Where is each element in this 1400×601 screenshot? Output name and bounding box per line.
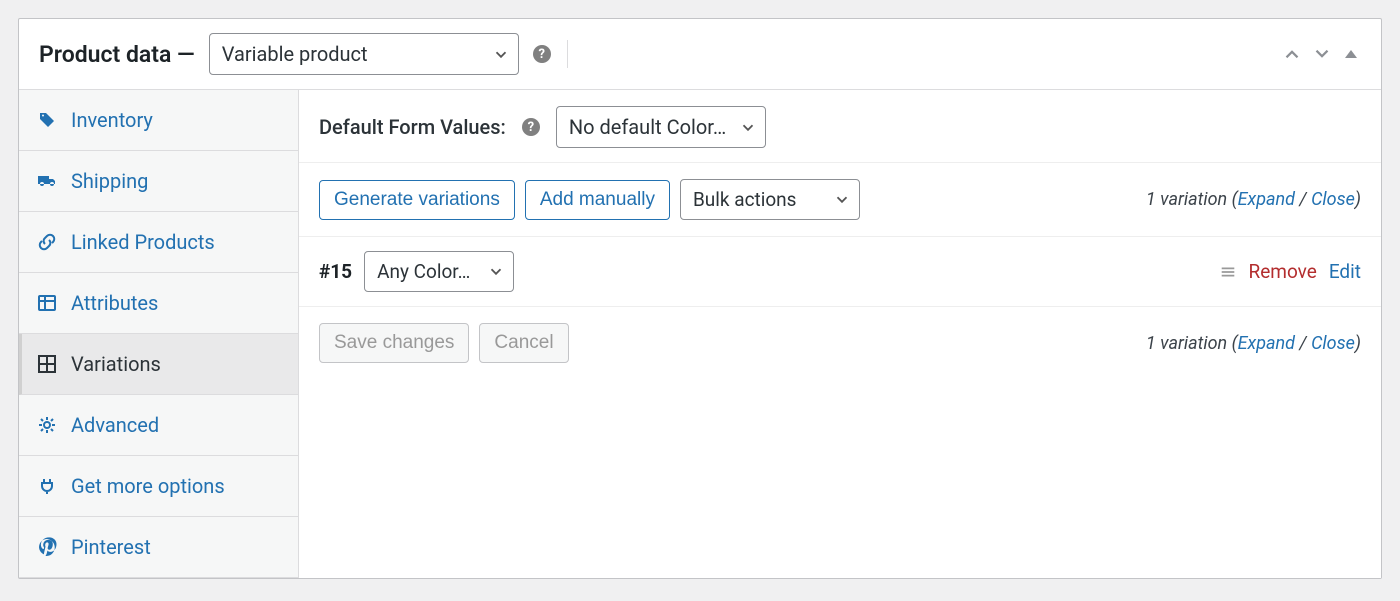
truck-icon	[37, 171, 57, 191]
tags-icon	[37, 110, 57, 130]
sidebar-item-label: Inventory	[71, 108, 153, 132]
sidebar-item-label: Pinterest	[71, 535, 151, 559]
sidebar-item-get-more[interactable]: Get more options	[19, 456, 298, 517]
chevron-down-icon	[739, 118, 757, 136]
sidebar-item-label: Advanced	[71, 413, 159, 437]
panel-header: Product data — Variable product ?	[19, 19, 1381, 90]
variations-footer: Save changes Cancel 1 variation (Expand …	[299, 307, 1381, 379]
cancel-button[interactable]: Cancel	[479, 323, 568, 363]
panel-title: Product data —	[39, 41, 195, 68]
edit-variation-link[interactable]: Edit	[1329, 260, 1361, 283]
remove-variation-link[interactable]: Remove	[1249, 260, 1317, 283]
grid-icon	[37, 354, 57, 374]
sidebar-item-advanced[interactable]: Advanced	[19, 395, 298, 456]
expand-link[interactable]: Expand	[1238, 189, 1295, 210]
variation-attribute-value: Any Color…	[377, 260, 470, 283]
default-values-row: Default Form Values: ? No default Color…	[299, 90, 1381, 163]
sidebar-item-variations[interactable]: Variations	[19, 334, 298, 395]
bulk-actions-value: Bulk actions	[693, 188, 797, 211]
chevron-down-icon	[833, 191, 851, 209]
sidebar-item-shipping[interactable]: Shipping	[19, 151, 298, 212]
variations-panel: Default Form Values: ? No default Color……	[299, 90, 1381, 578]
drag-handle-icon[interactable]	[1219, 263, 1237, 281]
close-link[interactable]: Close	[1311, 333, 1355, 354]
sidebar-item-label: Shipping	[71, 169, 148, 193]
sidebar-item-linked[interactable]: Linked Products	[19, 212, 298, 273]
default-color-select[interactable]: No default Color…	[556, 106, 766, 148]
save-changes-button[interactable]: Save changes	[319, 323, 469, 363]
collapse-icon[interactable]	[1341, 44, 1361, 64]
variations-summary: 1 variation (Expand / Close)	[1146, 189, 1361, 210]
default-values-label: Default Form Values:	[319, 115, 506, 139]
sidebar: Inventory Shipping Linked Products Attri…	[19, 90, 299, 578]
close-link[interactable]: Close	[1311, 189, 1355, 210]
plug-icon	[37, 476, 57, 496]
product-type-select[interactable]: Variable product	[209, 33, 519, 75]
sidebar-item-pinterest[interactable]: Pinterest	[19, 517, 298, 578]
separator	[567, 40, 568, 68]
chevron-down-icon	[487, 263, 505, 281]
variation-row: #15 Any Color… Remove Edit	[299, 237, 1381, 307]
default-color-value: No default Color…	[569, 115, 726, 139]
chevron-down-icon	[492, 45, 510, 63]
link-icon	[37, 232, 57, 252]
sidebar-item-label: Variations	[71, 352, 161, 376]
sidebar-item-attributes[interactable]: Attributes	[19, 273, 298, 334]
help-icon[interactable]: ?	[522, 118, 540, 136]
sidebar-item-label: Attributes	[71, 291, 158, 315]
product-data-panel: Product data — Variable product ? Invent…	[18, 18, 1382, 579]
sidebar-item-label: Linked Products	[71, 230, 215, 254]
help-icon[interactable]: ?	[533, 45, 551, 63]
move-down-icon[interactable]	[1311, 43, 1333, 65]
variations-toolbar: Generate variations Add manually Bulk ac…	[299, 163, 1381, 237]
variations-summary: 1 variation (Expand / Close)	[1146, 333, 1361, 354]
expand-link[interactable]: Expand	[1238, 333, 1295, 354]
move-up-icon[interactable]	[1281, 43, 1303, 65]
sidebar-item-label: Get more options	[71, 474, 225, 498]
pinterest-icon	[37, 537, 57, 557]
list-icon	[37, 293, 57, 313]
product-type-value: Variable product	[222, 42, 368, 66]
gear-icon	[37, 415, 57, 435]
sidebar-item-inventory[interactable]: Inventory	[19, 90, 298, 151]
add-manually-button[interactable]: Add manually	[525, 180, 670, 220]
bulk-actions-select[interactable]: Bulk actions	[680, 179, 860, 220]
variation-attribute-select[interactable]: Any Color…	[364, 251, 514, 292]
generate-variations-button[interactable]: Generate variations	[319, 180, 515, 220]
variation-id: #15	[319, 260, 352, 283]
